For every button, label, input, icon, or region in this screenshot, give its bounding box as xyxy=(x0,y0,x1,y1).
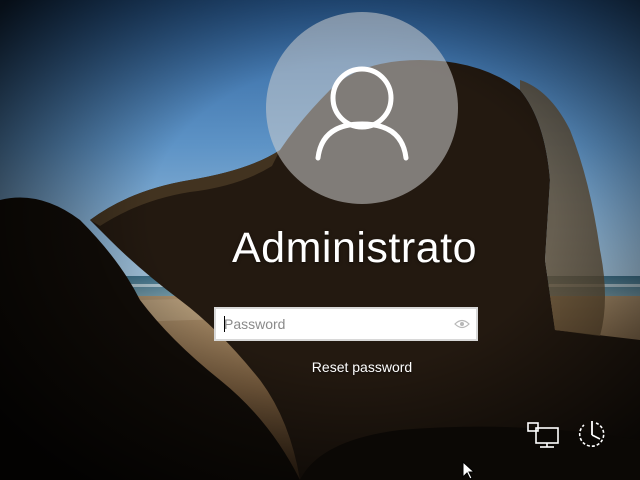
username-label: Administrato xyxy=(232,224,477,272)
username-container: Administrato xyxy=(220,224,490,280)
user-silhouette-icon xyxy=(315,66,409,161)
password-input[interactable] xyxy=(216,309,448,339)
reset-password-link[interactable]: Reset password xyxy=(262,359,462,375)
user-avatar xyxy=(266,12,458,204)
power-icon[interactable] xyxy=(574,419,610,451)
network-icon[interactable] xyxy=(526,419,562,451)
mouse-pointer-icon xyxy=(462,461,476,480)
eye-icon[interactable] xyxy=(454,318,470,330)
text-caret xyxy=(224,316,225,332)
lock-screen: Administrato Reset password xyxy=(0,0,640,480)
password-field-container[interactable] xyxy=(214,307,478,341)
